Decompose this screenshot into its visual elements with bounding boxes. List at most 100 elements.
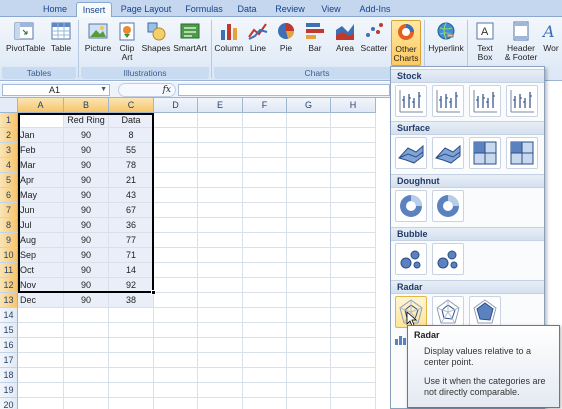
- cell-g19[interactable]: [287, 383, 331, 398]
- cell-h12[interactable]: [331, 278, 376, 293]
- cell-b1[interactable]: Red Ring: [64, 113, 109, 128]
- cell-f11[interactable]: [243, 263, 287, 278]
- cell-h2[interactable]: [331, 128, 376, 143]
- cell-d6[interactable]: [154, 188, 198, 203]
- cell-h20[interactable]: [331, 398, 376, 409]
- cell-e19[interactable]: [198, 383, 243, 398]
- column-header-d[interactable]: D: [154, 98, 198, 113]
- bubble-chart-option[interactable]: [395, 243, 427, 275]
- cell-d3[interactable]: [154, 143, 198, 158]
- select-all-corner[interactable]: [0, 98, 18, 113]
- row-header-18[interactable]: 18: [0, 368, 18, 383]
- cell-c2[interactable]: 8: [109, 128, 154, 143]
- column-header-g[interactable]: G: [287, 98, 331, 113]
- cell-a15[interactable]: [18, 323, 64, 338]
- cell-g15[interactable]: [287, 323, 331, 338]
- cell-g6[interactable]: [287, 188, 331, 203]
- cell-g14[interactable]: [287, 308, 331, 323]
- cell-a1[interactable]: [18, 113, 64, 128]
- row-header-19[interactable]: 19: [0, 383, 18, 398]
- fill-handle[interactable]: [151, 290, 156, 295]
- cell-b11[interactable]: 90: [64, 263, 109, 278]
- cell-f16[interactable]: [243, 338, 287, 353]
- cell-a16[interactable]: [18, 338, 64, 353]
- cell-c4[interactable]: 78: [109, 158, 154, 173]
- cell-b19[interactable]: [64, 383, 109, 398]
- cell-h4[interactable]: [331, 158, 376, 173]
- cell-h10[interactable]: [331, 248, 376, 263]
- pivottable-button[interactable]: PivotTable: [6, 20, 45, 53]
- cell-c8[interactable]: 36: [109, 218, 154, 233]
- cell-h17[interactable]: [331, 353, 376, 368]
- cell-d18[interactable]: [154, 368, 198, 383]
- clip-art-button[interactable]: Clip Art: [115, 20, 139, 62]
- cell-d11[interactable]: [154, 263, 198, 278]
- cell-e4[interactable]: [198, 158, 243, 173]
- cell-g9[interactable]: [287, 233, 331, 248]
- cell-d10[interactable]: [154, 248, 198, 263]
- row-header-6[interactable]: 6: [0, 188, 18, 203]
- pie-chart-button[interactable]: Pie: [274, 20, 298, 53]
- cell-e14[interactable]: [198, 308, 243, 323]
- wordart-button[interactable]: A Wor: [540, 20, 562, 53]
- column-chart-button[interactable]: Column: [213, 20, 245, 53]
- cell-a19[interactable]: [18, 383, 64, 398]
- bar-chart-button[interactable]: Bar: [303, 20, 327, 53]
- cell-h13[interactable]: [331, 293, 376, 308]
- cell-b13[interactable]: 90: [64, 293, 109, 308]
- cell-c20[interactable]: [109, 398, 154, 409]
- formula-input[interactable]: [178, 84, 390, 96]
- tab-review[interactable]: Review: [271, 2, 309, 17]
- row-header-20[interactable]: 20: [0, 398, 18, 409]
- cell-e11[interactable]: [198, 263, 243, 278]
- row-header-14[interactable]: 14: [0, 308, 18, 323]
- tab-insert[interactable]: Insert: [76, 2, 112, 17]
- cell-f10[interactable]: [243, 248, 287, 263]
- cell-g2[interactable]: [287, 128, 331, 143]
- column-header-h[interactable]: H: [331, 98, 376, 113]
- row-header-1[interactable]: 1: [0, 113, 18, 128]
- cell-b18[interactable]: [64, 368, 109, 383]
- column-header-a[interactable]: A: [18, 98, 64, 113]
- cell-c13[interactable]: 38: [109, 293, 154, 308]
- cell-a8[interactable]: Jul: [18, 218, 64, 233]
- cell-g17[interactable]: [287, 353, 331, 368]
- cell-a17[interactable]: [18, 353, 64, 368]
- cell-d2[interactable]: [154, 128, 198, 143]
- cell-a12[interactable]: Nov: [18, 278, 64, 293]
- row-header-4[interactable]: 4: [0, 158, 18, 173]
- cell-f13[interactable]: [243, 293, 287, 308]
- picture-button[interactable]: Picture: [83, 20, 113, 53]
- cell-b12[interactable]: 90: [64, 278, 109, 293]
- cell-h5[interactable]: [331, 173, 376, 188]
- cell-c11[interactable]: 14: [109, 263, 154, 278]
- hyperlink-button[interactable]: Hyperlink: [428, 20, 464, 53]
- cell-a18[interactable]: [18, 368, 64, 383]
- cell-e1[interactable]: [198, 113, 243, 128]
- column-header-e[interactable]: E: [198, 98, 243, 113]
- header-footer-button[interactable]: Header & Footer: [503, 20, 539, 62]
- cell-f18[interactable]: [243, 368, 287, 383]
- cell-f19[interactable]: [243, 383, 287, 398]
- cell-g7[interactable]: [287, 203, 331, 218]
- cell-g1[interactable]: [287, 113, 331, 128]
- tab-formulas[interactable]: Formulas: [182, 2, 226, 17]
- cell-c12[interactable]: 92: [109, 278, 154, 293]
- column-header-f[interactable]: F: [243, 98, 287, 113]
- text-box-button[interactable]: A Text Box: [472, 20, 498, 62]
- cell-e7[interactable]: [198, 203, 243, 218]
- cell-d8[interactable]: [154, 218, 198, 233]
- row-header-12[interactable]: 12: [0, 278, 18, 293]
- cell-a20[interactable]: [18, 398, 64, 409]
- cell-f20[interactable]: [243, 398, 287, 409]
- cell-c19[interactable]: [109, 383, 154, 398]
- row-header-9[interactable]: 9: [0, 233, 18, 248]
- cell-c10[interactable]: 71: [109, 248, 154, 263]
- row-header-5[interactable]: 5: [0, 173, 18, 188]
- cell-d12[interactable]: [154, 278, 198, 293]
- cell-d14[interactable]: [154, 308, 198, 323]
- cell-d1[interactable]: [154, 113, 198, 128]
- cell-d19[interactable]: [154, 383, 198, 398]
- cell-g3[interactable]: [287, 143, 331, 158]
- stock-vhlc-chart-option[interactable]: [469, 85, 501, 117]
